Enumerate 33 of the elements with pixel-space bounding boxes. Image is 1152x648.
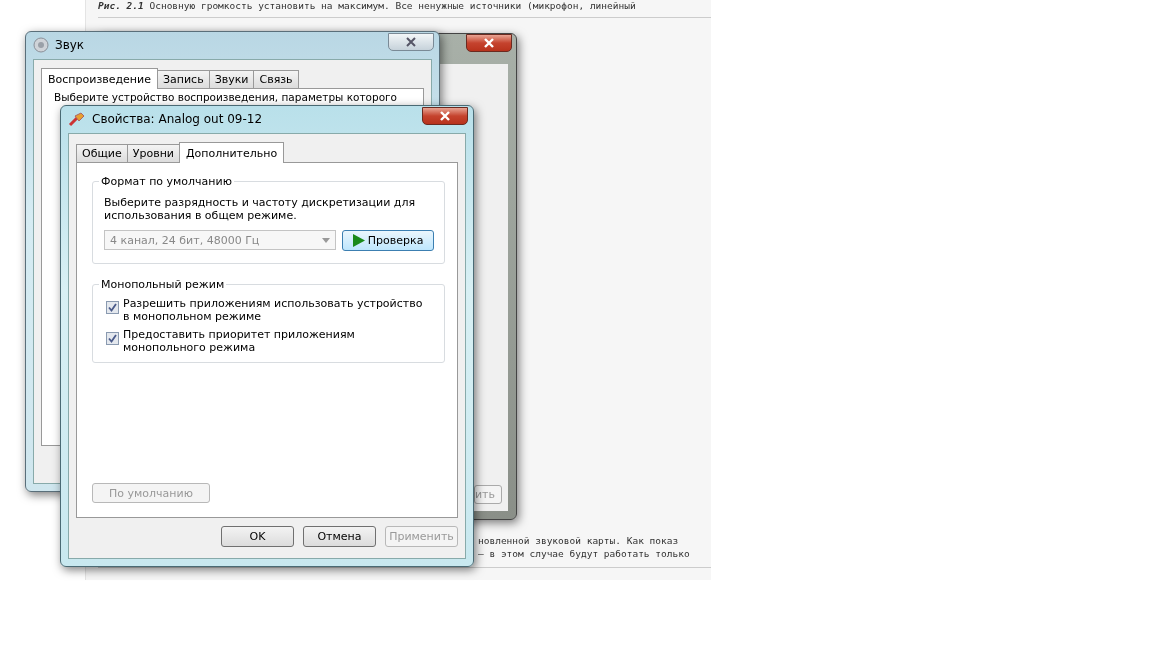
play-icon bbox=[352, 234, 365, 247]
dropdown-arrow-icon bbox=[322, 237, 331, 243]
close-button[interactable] bbox=[388, 33, 434, 51]
dialog-button[interactable]: Отмена bbox=[303, 526, 376, 547]
close-button[interactable] bbox=[466, 34, 512, 52]
instruction-text: Выберите разрядность и частоту дискретизации для использования в общем режиме. bbox=[104, 196, 417, 222]
article-text: новленной звуковой карты. Как показ bbox=[478, 535, 680, 546]
close-button[interactable] bbox=[422, 107, 468, 125]
close-icon bbox=[439, 111, 451, 121]
checkbox[interactable] bbox=[106, 332, 119, 345]
tab[interactable]: Дополнительно bbox=[179, 142, 285, 163]
plug-icon bbox=[68, 111, 86, 127]
tab[interactable]: Воспроизведение bbox=[41, 68, 158, 89]
close-icon bbox=[483, 38, 495, 48]
window-title: Свойства: Analog out 09-12 bbox=[92, 112, 263, 126]
checkbox-label: Разрешить приложениям использовать устройство в монопольном режиме bbox=[123, 297, 423, 323]
article-text: — в этом случае будут работать только bbox=[478, 548, 691, 559]
speaker-icon bbox=[33, 37, 49, 53]
dialog-button[interactable]: OK bbox=[221, 526, 294, 547]
figure-caption: Рис. 2.1 Основную громкость установить на максимум. Все ненужные источники (микрофон, линейный bbox=[97, 0, 637, 12]
checkbox[interactable] bbox=[106, 301, 119, 314]
group-title: Формат по умолчанию bbox=[99, 175, 234, 188]
tab[interactable]: Связь bbox=[253, 70, 299, 88]
test-button[interactable]: Проверка bbox=[342, 230, 434, 251]
window-title: Звук bbox=[55, 38, 85, 52]
instruction-text: Выберите устройство воспроизведения, параметры которого bbox=[53, 90, 398, 105]
tab[interactable]: Звуки bbox=[208, 70, 255, 88]
tab[interactable]: Запись bbox=[156, 70, 210, 88]
close-icon bbox=[405, 37, 417, 47]
group-title: Монопольный режим bbox=[99, 278, 227, 291]
checkbox-label: Предоставить приоритет приложениям монопольного режима bbox=[123, 328, 356, 354]
tab[interactable]: Уровни bbox=[126, 144, 180, 162]
tab[interactable]: Общие bbox=[76, 144, 128, 162]
